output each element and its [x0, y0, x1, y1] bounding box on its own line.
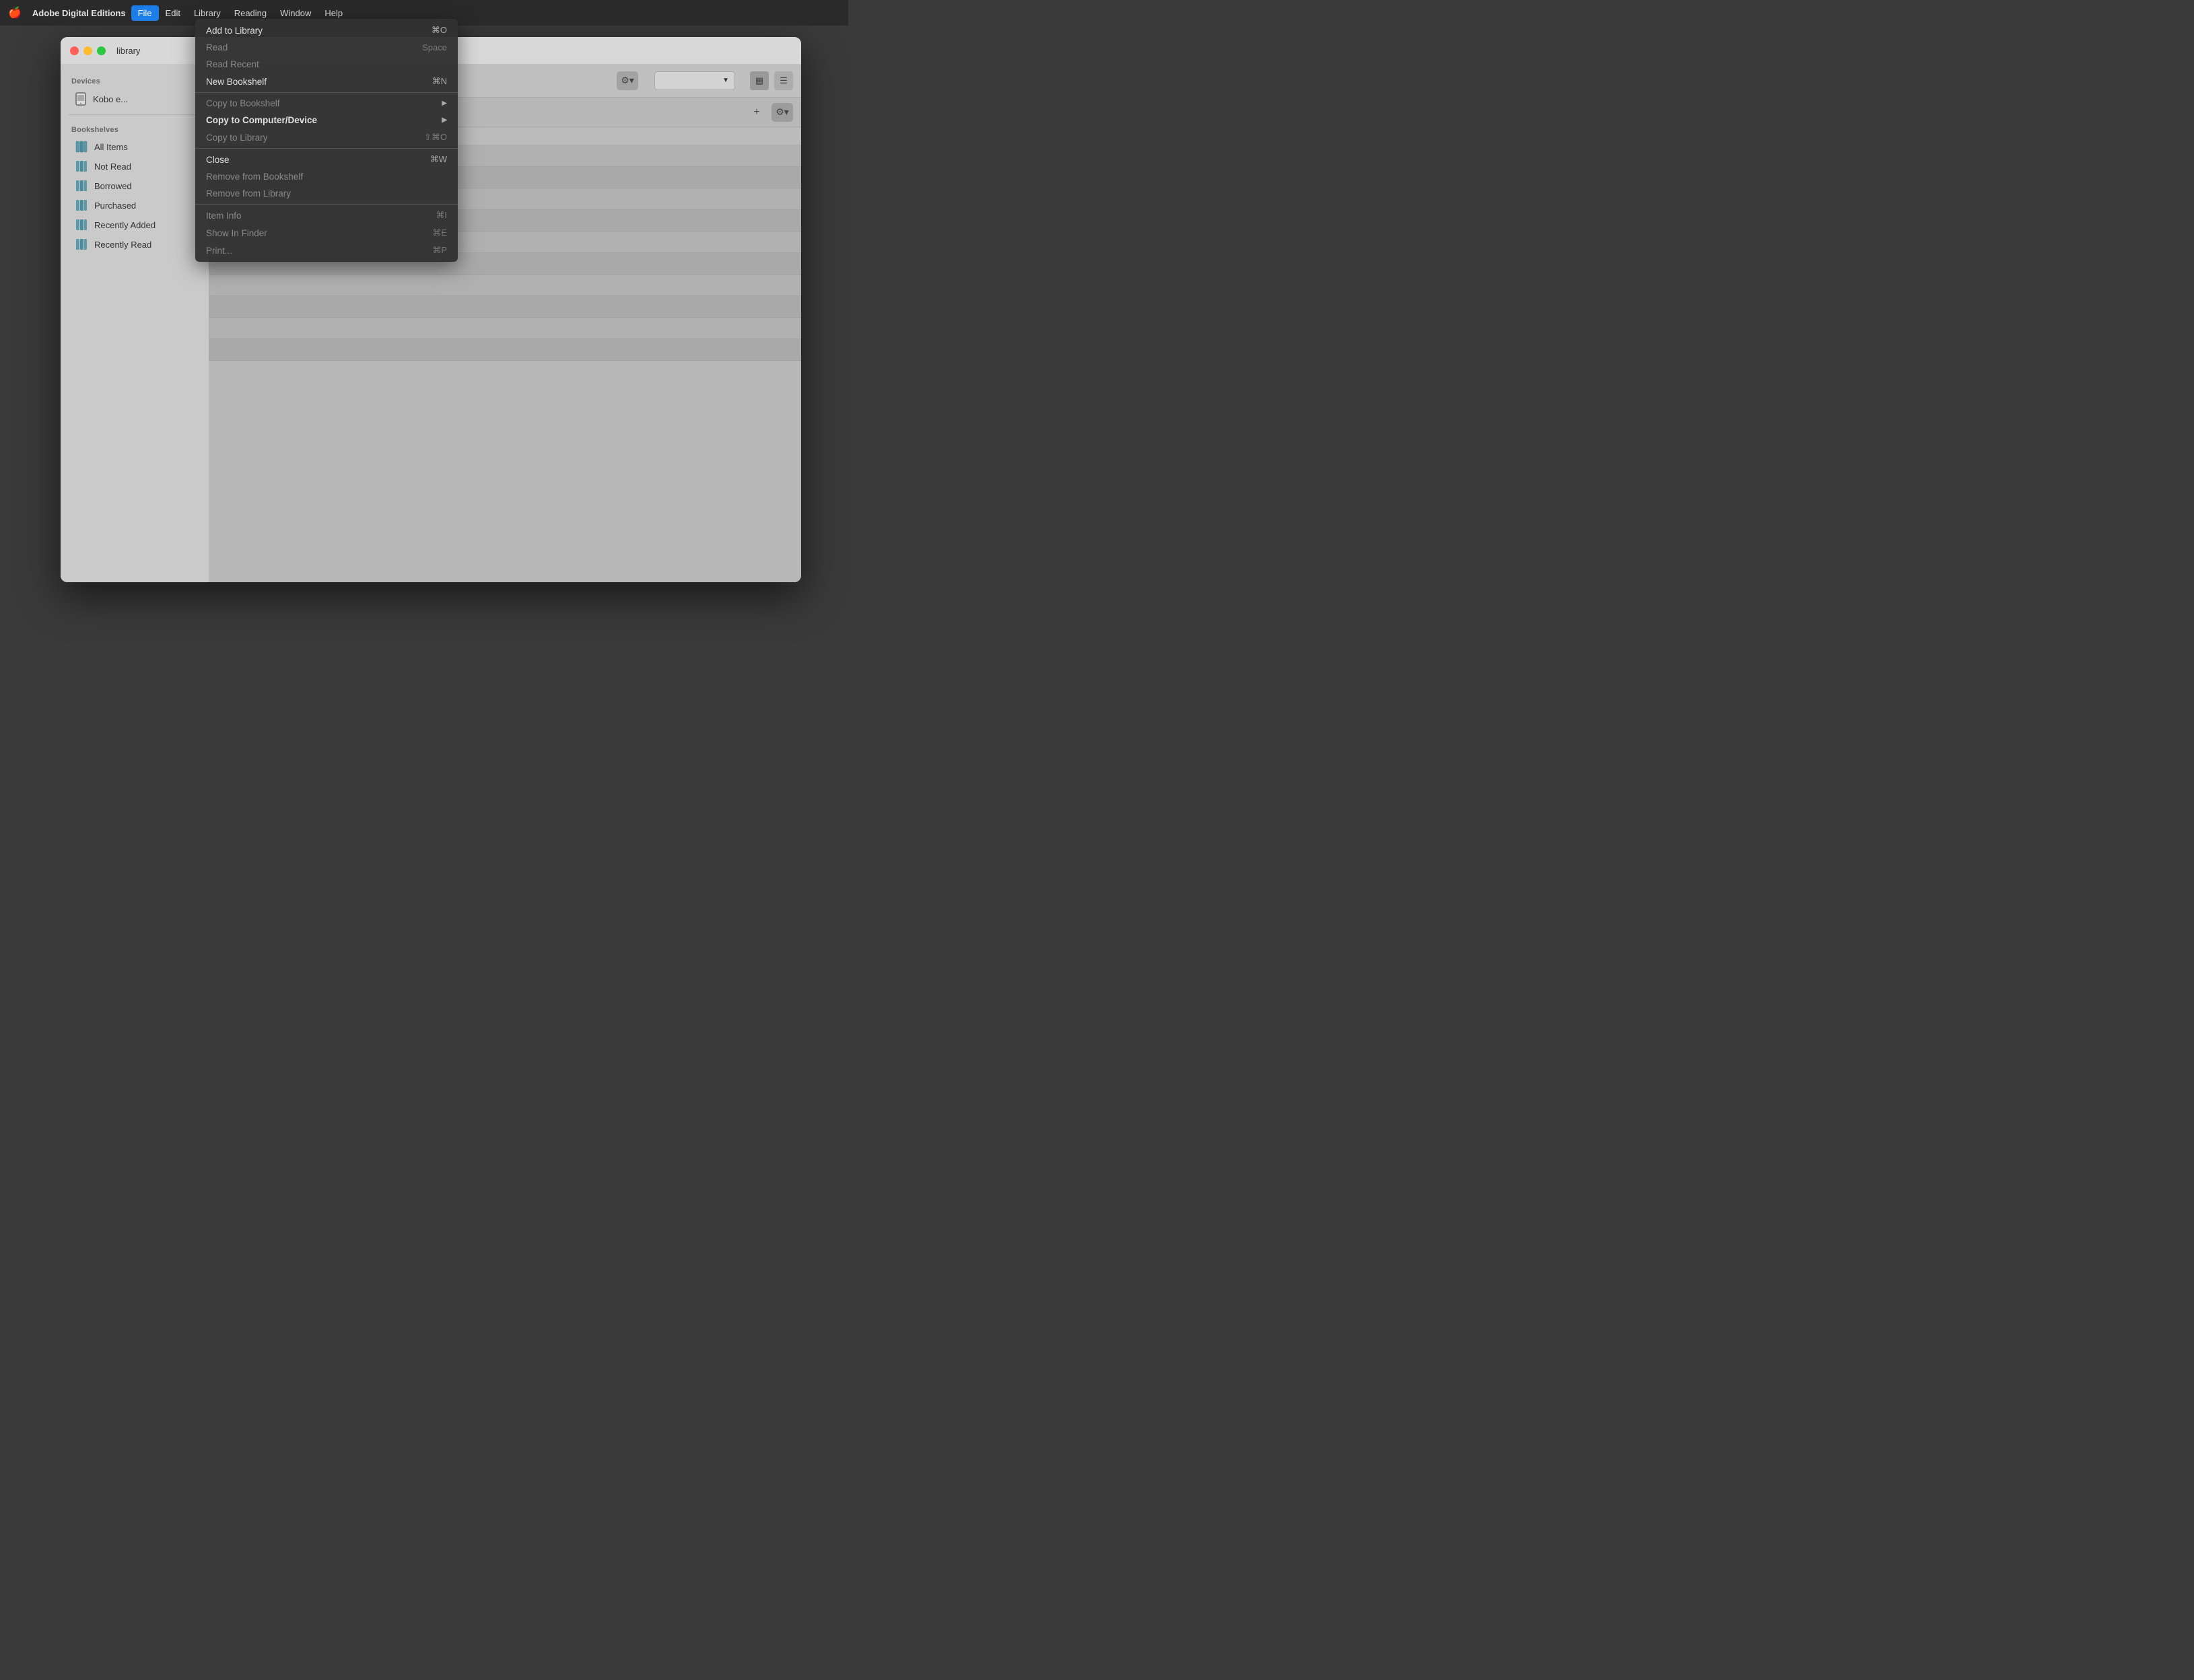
- maximize-button[interactable]: [97, 46, 106, 55]
- menu-show-in-finder-shortcut: ⌘E: [432, 228, 447, 238]
- menu-close[interactable]: Close ⌘W: [195, 151, 458, 168]
- menu-close-shortcut: ⌘W: [430, 154, 447, 165]
- table-row: [209, 318, 801, 339]
- view-list-icon: ☰: [780, 75, 788, 86]
- sort-dropdown-chevron-icon: ▼: [722, 77, 729, 84]
- menu-read-recent[interactable]: Read Recent: [195, 56, 458, 73]
- menu-separator-1: [195, 92, 458, 93]
- menu-new-bookshelf[interactable]: New Bookshelf ⌘N: [195, 73, 458, 90]
- add-bookshelf-button[interactable]: +: [750, 106, 763, 119]
- sidebar: Devices Kobo e... Bookshelves: [61, 64, 209, 582]
- traffic-lights: [70, 46, 106, 55]
- menu-remove-from-bookshelf[interactable]: Remove from Bookshelf: [195, 168, 458, 185]
- sidebar-item-purchased[interactable]: Purchased: [65, 196, 205, 215]
- table-row: [209, 296, 801, 318]
- view-list-button[interactable]: ☰: [774, 71, 793, 90]
- menu-file[interactable]: File: [131, 5, 159, 21]
- menu-copy-to-library[interactable]: Copy to Library ⇧⌘O: [195, 129, 458, 146]
- app-name: Adobe Digital Editions: [32, 8, 126, 18]
- menu-item-info-label: Item Info: [206, 211, 242, 221]
- sidebar-item-kobo-label: Kobo e...: [93, 94, 128, 104]
- sidebar-item-borrowed[interactable]: Borrowed: [65, 176, 205, 195]
- menu-read[interactable]: Read Space: [195, 39, 458, 56]
- menu-copy-to-computer-label: Copy to Computer/Device: [206, 115, 317, 125]
- menu-show-in-finder[interactable]: Show In Finder ⌘E: [195, 224, 458, 242]
- menu-copy-to-computer[interactable]: Copy to Computer/Device ▶: [195, 112, 458, 129]
- sidebar-item-purchased-label: Purchased: [94, 201, 136, 211]
- minimize-button[interactable]: [83, 46, 92, 55]
- bookshelf-gear-icon: ⚙: [776, 106, 784, 118]
- menu-add-to-library[interactable]: Add to Library ⌘O: [195, 22, 458, 39]
- plus-icon: +: [753, 106, 759, 118]
- menu-remove-from-library-label: Remove from Library: [206, 188, 291, 199]
- recently-read-icon: [75, 238, 88, 250]
- menu-new-bookshelf-label: New Bookshelf: [206, 77, 267, 87]
- menu-add-to-library-label: Add to Library: [206, 26, 263, 36]
- file-dropdown-menu: Add to Library ⌘O Read Space Read Recent…: [195, 19, 458, 262]
- devices-section-label: Devices: [61, 73, 209, 88]
- sidebar-item-kobo[interactable]: Kobo e...: [65, 89, 205, 109]
- bookshelf-gear-button[interactable]: ⚙▾: [772, 103, 793, 122]
- menu-new-bookshelf-shortcut: ⌘N: [432, 76, 447, 87]
- menu-separator-3: [195, 204, 458, 205]
- recently-added-icon: [75, 219, 88, 231]
- bookshelves-section-label: Bookshelves: [61, 122, 209, 137]
- menu-edit[interactable]: Edit: [159, 5, 187, 21]
- menu-read-label: Read: [206, 42, 228, 53]
- all-items-icon: [75, 141, 88, 153]
- menu-item-info-shortcut: ⌘I: [436, 210, 447, 221]
- menu-separator-2: [195, 148, 458, 149]
- menu-print[interactable]: Print... ⌘P: [195, 242, 458, 259]
- close-button[interactable]: [70, 46, 79, 55]
- purchased-icon: [75, 199, 88, 211]
- menu-copy-to-library-label: Copy to Library: [206, 133, 268, 143]
- menu-print-label: Print...: [206, 246, 232, 256]
- menu-add-to-library-shortcut: ⌘O: [432, 25, 447, 36]
- sidebar-item-recently-added-label: Recently Added: [94, 220, 156, 230]
- sidebar-item-recently-added[interactable]: Recently Added: [65, 215, 205, 234]
- apple-menu[interactable]: 🍎: [8, 6, 22, 20]
- menu-remove-from-bookshelf-label: Remove from Bookshelf: [206, 172, 303, 182]
- view-grid-button[interactable]: ▦: [750, 71, 769, 90]
- menu-remove-from-library[interactable]: Remove from Library: [195, 185, 458, 202]
- window-title: library: [116, 46, 140, 56]
- submenu-arrow-icon: ▶: [442, 100, 447, 107]
- sidebar-divider-1: [69, 114, 201, 115]
- table-row: [209, 339, 801, 361]
- device-kobo-icon: [75, 92, 86, 106]
- sidebar-item-borrowed-label: Borrowed: [94, 181, 132, 191]
- sidebar-item-all-items[interactable]: All Items: [65, 137, 205, 156]
- sidebar-item-all-items-label: All Items: [94, 142, 128, 152]
- menu-print-shortcut: ⌘P: [432, 245, 447, 256]
- submenu-arrow2-icon: ▶: [442, 116, 447, 124]
- sidebar-item-recently-read-label: Recently Read: [94, 240, 151, 250]
- menu-read-recent-label: Read Recent: [206, 59, 259, 69]
- sidebar-item-recently-read[interactable]: Recently Read: [65, 235, 205, 254]
- table-row: [209, 275, 801, 296]
- menu-copy-to-library-shortcut: ⇧⌘O: [424, 132, 447, 143]
- sidebar-item-not-read-label: Not Read: [94, 162, 131, 172]
- sidebar-item-not-read[interactable]: Not Read: [65, 157, 205, 176]
- menu-item-info[interactable]: Item Info ⌘I: [195, 207, 458, 224]
- menu-close-label: Close: [206, 155, 230, 165]
- view-grid-icon: ▦: [755, 75, 763, 86]
- menu-copy-to-bookshelf[interactable]: Copy to Bookshelf ▶: [195, 95, 458, 112]
- menu-copy-to-bookshelf-label: Copy to Bookshelf: [206, 98, 280, 108]
- sort-dropdown[interactable]: ▼: [654, 71, 735, 90]
- not-read-icon: [75, 160, 88, 172]
- gear-settings-button[interactable]: ⚙▾: [617, 71, 638, 90]
- gear-settings-icon: ⚙: [621, 75, 629, 86]
- borrowed-icon: [75, 180, 88, 192]
- menu-show-in-finder-label: Show In Finder: [206, 228, 267, 238]
- menu-read-shortcut: Space: [422, 42, 447, 53]
